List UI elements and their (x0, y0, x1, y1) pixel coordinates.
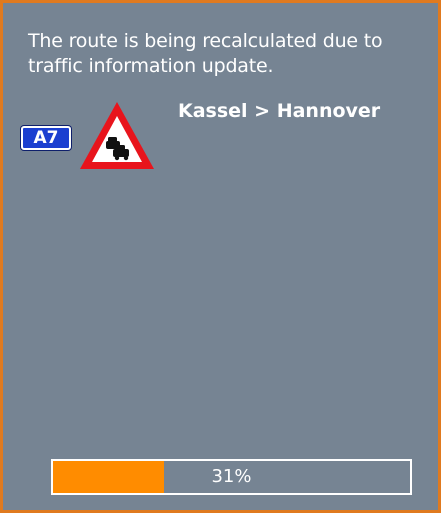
route-label: Kassel > Hannover (178, 100, 381, 122)
traffic-jam-warning-icon (80, 102, 154, 169)
recalculation-dialog: The route is being recalculated due to t… (0, 0, 441, 513)
progress-percent-label: 31% (211, 466, 252, 487)
road-number-badge: A7 (21, 126, 71, 150)
recalculation-message: The route is being recalculated due to t… (28, 30, 383, 77)
recalculation-progress-bar: 31% (51, 459, 412, 495)
